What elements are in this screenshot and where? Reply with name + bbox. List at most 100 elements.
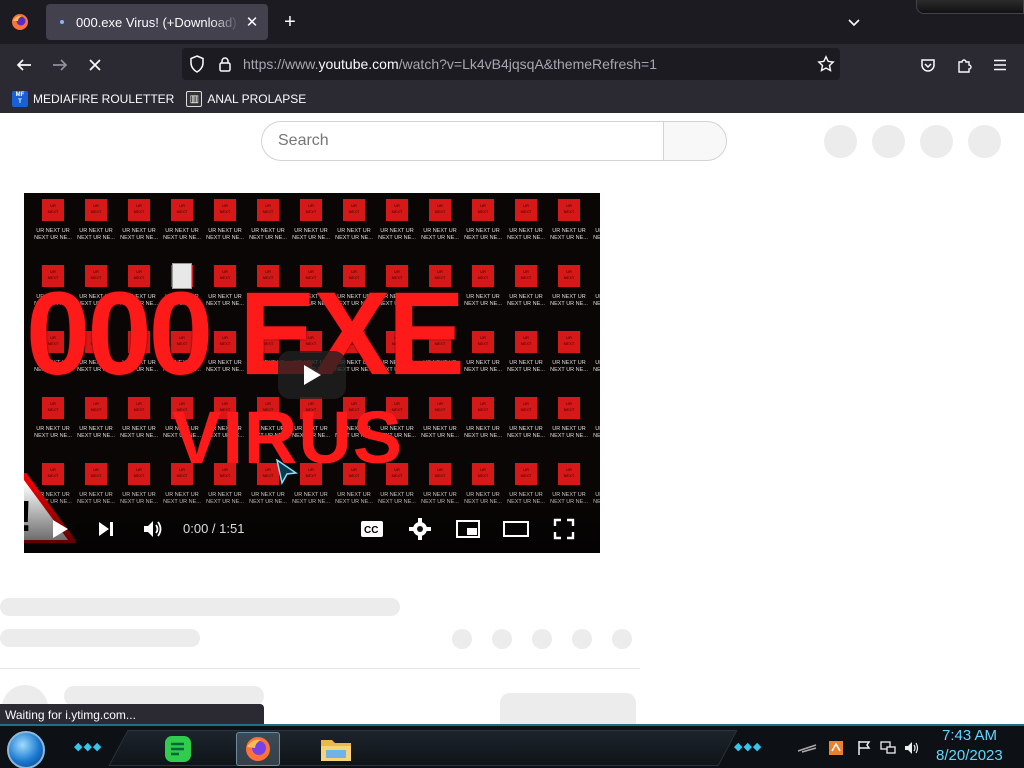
miniplayer-icon[interactable] <box>454 515 482 543</box>
firefox-taskbar-icon[interactable] <box>236 732 280 766</box>
volume-tray-icon[interactable] <box>904 740 920 756</box>
svg-text:UR: UR <box>50 203 56 208</box>
generic-favicon-icon: ▥ <box>186 91 203 107</box>
svg-text:UR: UR <box>566 401 572 406</box>
svg-text:NEXT UR NE...: NEXT UR NE... <box>464 433 502 439</box>
svg-text:UR NEXT UR: UR NEXT UR <box>122 426 156 432</box>
svg-text:UR: UR <box>523 335 529 340</box>
notes-app-icon[interactable] <box>156 732 200 766</box>
svg-text:NEXT: NEXT <box>478 341 489 346</box>
tracking-protection-shield-icon[interactable] <box>186 53 208 75</box>
stop-loading-icon[interactable] <box>82 52 108 78</box>
thumbnail-title: 000 EXE <box>26 268 465 400</box>
svg-text:NEXT: NEXT <box>564 341 575 346</box>
ur-next-tile: URNEXTUR NEXT URNEXT UR NE... <box>550 265 588 307</box>
ur-next-tile: URNEXTUR NEXT URNEXT UR NE... <box>464 199 502 241</box>
svg-text:UR: UR <box>523 203 529 208</box>
ur-next-tile: URNEXTUR NEXT URNEXT UR NE... <box>507 265 545 307</box>
svg-text:NEXT: NEXT <box>306 209 317 214</box>
file-explorer-icon[interactable] <box>314 732 358 766</box>
svg-text:UR: UR <box>480 269 486 274</box>
speaker-app-tray-icon[interactable] <box>828 740 844 756</box>
svg-text:UR: UR <box>566 467 572 472</box>
svg-text:NEXT: NEXT <box>478 407 489 412</box>
svg-text:NEXT: NEXT <box>564 275 575 280</box>
action-skeleton <box>532 629 552 649</box>
svg-text:NEXT: NEXT <box>478 209 489 214</box>
ur-next-tile: URNEXTUR NEXT URNEXT UR NE... <box>464 265 502 307</box>
svg-text:UR NEXT UR: UR NEXT UR <box>466 228 500 234</box>
svg-text:UR: UR <box>93 401 99 406</box>
search-input[interactable]: Search <box>261 121 663 161</box>
back-arrow-icon[interactable] <box>11 52 37 78</box>
firefox-view-icon[interactable] <box>10 12 30 32</box>
new-tab-button[interactable]: + <box>278 10 302 34</box>
ur-next-tile: URNEXTUR NEXT URNEXT UR NE... <box>378 199 416 241</box>
ur-next-tile: URNEXTUR NEXT URNEXT UR NE... <box>34 199 72 241</box>
svg-text:UR: UR <box>480 203 486 208</box>
large-play-button[interactable] <box>278 351 346 399</box>
svg-text:NEXT UR NE...: NEXT UR NE... <box>378 235 416 241</box>
svg-text:NEXT UR NE...: NEXT UR NE... <box>77 235 115 241</box>
svg-text:NEXT UR NE...: NEXT UR NE... <box>421 433 459 439</box>
url-domain: youtube.com <box>318 56 399 72</box>
svg-text:UR NEXT UR: UR NEXT UR <box>79 228 113 234</box>
close-tab-icon[interactable]: ✕ <box>240 10 264 34</box>
bookmark-second[interactable]: ▥ ANAL PROLAPSE <box>180 87 312 111</box>
lock-icon[interactable] <box>214 53 236 75</box>
svg-text:NEXT UR NE...: NEXT UR NE... <box>507 433 545 439</box>
search-button[interactable] <box>663 121 727 161</box>
svg-text:NEXT: NEXT <box>134 407 145 412</box>
bookmark-star-icon[interactable] <box>815 53 837 75</box>
network-icon[interactable] <box>880 740 896 756</box>
extensions-puzzle-icon[interactable] <box>951 52 977 78</box>
show-hidden-icons-icon[interactable] <box>794 740 820 756</box>
ur-next-tile: URNEXTUR NEXT URNEXT UR NE... <box>421 199 459 241</box>
header-placeholder-icon <box>920 125 953 158</box>
play-icon[interactable] <box>46 515 74 543</box>
svg-text:UR NEXT UR: UR NEXT UR <box>552 360 586 366</box>
taskbar: ◆◆◆ ◆◆◆ <box>0 724 1024 768</box>
url-path: /watch?v=Lk4vB4jqsqA&themeRefresh=1 <box>398 56 658 72</box>
video-player[interactable]: UR NEXT UR NEXT UR NEXT UR NE... UR NEXT UR NE… <box>24 193 600 553</box>
svg-text:UR NEXT UR: UR NEXT UR <box>294 228 328 234</box>
svg-text:NEXT UR NE...: NEXT UR NE... <box>550 235 588 241</box>
svg-text:UR NEXT UR: UR NEXT UR <box>509 360 543 366</box>
theater-mode-icon[interactable] <box>502 515 530 543</box>
address-bar[interactable]: https://www.youtube.com/watch?v=Lk4vB4jq… <box>182 48 840 80</box>
svg-text:NEXT: NEXT <box>435 473 446 478</box>
fullscreen-icon[interactable] <box>550 515 578 543</box>
action-skeleton <box>612 629 632 649</box>
forward-arrow-icon[interactable] <box>47 52 73 78</box>
start-button[interactable] <box>7 731 45 768</box>
url-text[interactable]: https://www.youtube.com/watch?v=Lk4vB4jq… <box>243 56 657 72</box>
pocket-icon[interactable] <box>915 52 941 78</box>
ur-next-tile: URNEXTUR NEXT URNEXT UR NE... <box>593 228 600 241</box>
views-skeleton <box>0 629 200 647</box>
closed-captions-icon[interactable]: CC <box>358 515 386 543</box>
hamburger-menu-icon[interactable] <box>987 52 1013 78</box>
next-video-icon[interactable] <box>92 515 120 543</box>
svg-text:UR: UR <box>480 467 486 472</box>
clock-date[interactable]: 8/20/2023 <box>936 747 1003 764</box>
svg-text:NEXT: NEXT <box>435 209 446 214</box>
clock-time[interactable]: 7:43 AM <box>942 727 997 744</box>
svg-text:UR NEXT UR: UR NEXT UR <box>380 228 414 234</box>
ur-next-tile: URNEXTUR NEXT URNEXT UR NE... <box>335 199 373 241</box>
list-all-tabs-chevron-icon[interactable] <box>842 10 866 34</box>
settings-gear-icon[interactable] <box>406 515 434 543</box>
bookmark-mediafire-rouletter[interactable]: MF T MEDIAFIRE ROULETTER <box>6 87 180 111</box>
svg-text:UR NEXT UR: UR NEXT UR <box>122 228 156 234</box>
taskbar-center-panel <box>108 730 738 766</box>
svg-text:UR: UR <box>179 203 185 208</box>
video-time: 0:00 / 1:51 <box>183 521 245 536</box>
ur-next-tile: URNEXTUR NEXT URNEXT UR NE... <box>464 397 502 439</box>
taskbar-decoration: ◆◆◆ <box>734 741 763 753</box>
volume-icon[interactable] <box>139 515 167 543</box>
svg-text:UR NEXT UR: UR NEXT UR <box>466 426 500 432</box>
svg-text:NEXT: NEXT <box>220 209 231 214</box>
browser-tab-active[interactable]: 000.exe Virus! (+Download) - YouTube ✕ <box>46 4 268 40</box>
tab-strip: 000.exe Virus! (+Download) - YouTube ✕ + <box>0 0 1024 44</box>
flag-icon[interactable] <box>856 740 872 756</box>
svg-text:NEXT: NEXT <box>48 209 59 214</box>
